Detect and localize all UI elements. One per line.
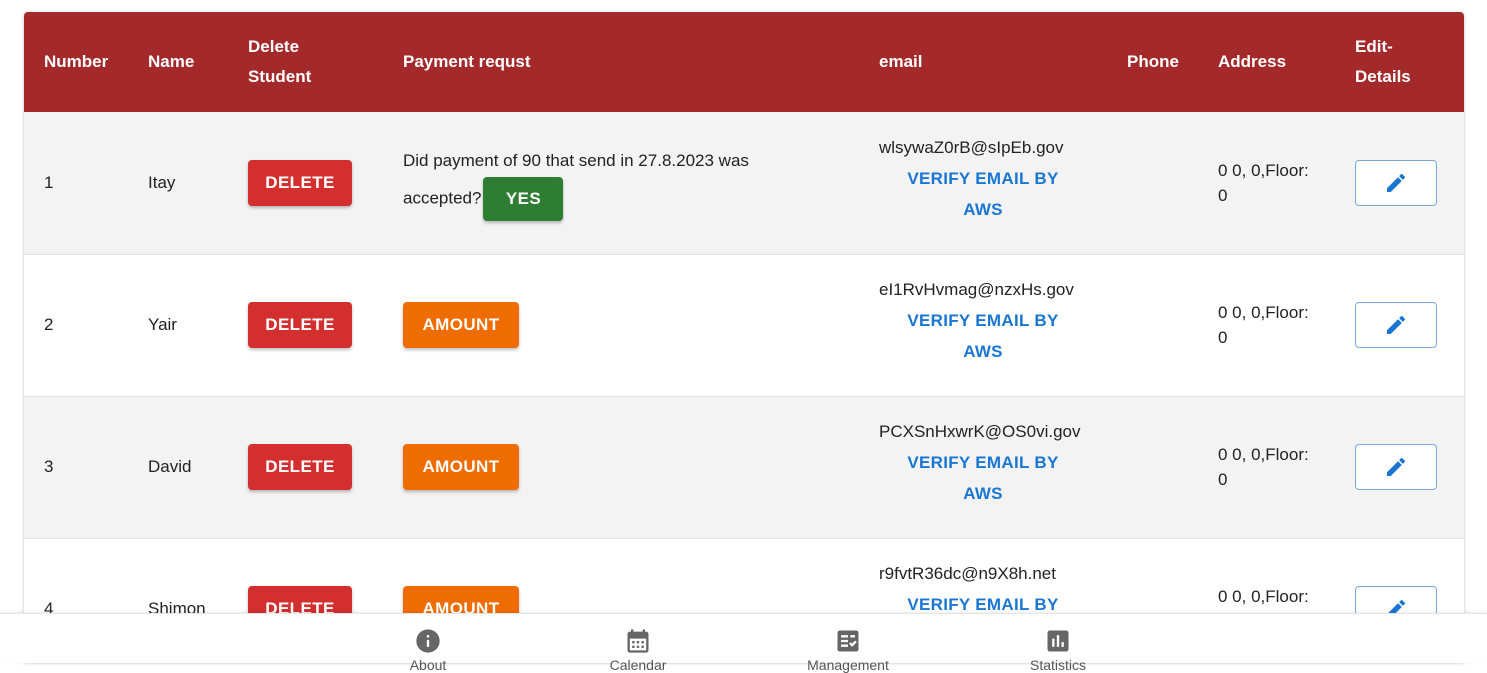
pencil-icon (1387, 173, 1406, 192)
email-address: r9fvtR36dc@n9X8h.net (879, 564, 1056, 583)
address-cell: 0 0, 0,Floor: 0 (1198, 112, 1335, 254)
email-cell: wlsywaZ0rB@sIpEb.gov VERIFY EMAIL BY AWS (859, 112, 1107, 254)
header-delete-line1: Delete (248, 37, 300, 56)
table-header-row: Number Name Delete Student Payment requs… (24, 12, 1464, 112)
row-name: David (148, 457, 192, 476)
delete-student-button[interactable]: DELETE (248, 444, 352, 490)
nav-about[interactable]: About (358, 627, 498, 673)
address-line2: 0 (1218, 328, 1228, 347)
address-cell: 0 0, 0,Floor: 0 (1198, 396, 1335, 538)
amount-button[interactable]: AMOUNT (403, 444, 519, 490)
verify-email-line1: VERIFY EMAIL BY (907, 311, 1059, 330)
header-address: Address (1218, 52, 1287, 71)
address-line1: 0 0, 0,Floor: (1218, 445, 1309, 464)
verify-email-line2: AWS (963, 342, 1003, 361)
edit-details-button[interactable] (1355, 302, 1437, 348)
verify-email-link[interactable]: VERIFY EMAIL BY AWS (879, 305, 1087, 367)
header-edit-details: Edit- Details (1335, 12, 1464, 112)
confirm-payment-yes-button[interactable]: YES (483, 177, 564, 222)
bottom-navigation: About Calendar Management Statistics (0, 613, 1487, 673)
table-row: 1 Itay DELETE Did payment of 90 that sen… (24, 112, 1464, 254)
delete-cell: DELETE (228, 396, 383, 538)
verify-email-line1: VERIFY EMAIL BY (907, 595, 1059, 614)
payment-request-text: Did payment of 90 that send in 27.8.2023… (403, 144, 859, 222)
pencil-icon (1387, 457, 1406, 476)
header-edit-line2: Details (1355, 67, 1411, 86)
verify-email-line2: AWS (963, 484, 1003, 503)
header-number: Number (44, 52, 109, 71)
email-address: eI1RvHvmag@nzxHs.gov (879, 280, 1074, 299)
delete-student-button[interactable]: DELETE (248, 159, 352, 206)
verify-email-line2: AWS (963, 199, 1003, 219)
phone-cell (1107, 396, 1198, 538)
phone-cell (1107, 112, 1198, 254)
header-payment-request: Payment requst (403, 52, 531, 71)
students-table: Number Name Delete Student Payment requs… (24, 12, 1464, 662)
row-number: 2 (44, 315, 54, 334)
nav-statistics-label: Statistics (1029, 657, 1086, 673)
nav-calendar-label: Calendar (609, 657, 667, 673)
address-line1: 0 0, 0,Floor: (1218, 160, 1309, 180)
header-name: Name (148, 52, 195, 71)
edit-cell (1335, 112, 1464, 254)
row-number: 1 (44, 172, 54, 192)
edit-details-button[interactable] (1355, 159, 1437, 206)
nav-statistics[interactable]: Statistics (988, 627, 1128, 673)
nav-management[interactable]: Management (778, 627, 918, 673)
students-table-container: Number Name Delete Student Payment requs… (24, 12, 1464, 662)
bar-chart-icon (1047, 630, 1069, 652)
email-cell: PCXSnHxwrK@OS0vi.gov VERIFY EMAIL BY AWS (859, 396, 1107, 538)
calendar-icon (627, 629, 649, 653)
edit-details-button[interactable] (1355, 444, 1437, 490)
header-edit-line1: Edit- (1355, 37, 1393, 56)
header-email: email (879, 52, 923, 71)
table-row: 3 David DELETE AMOUNT PCXSnHxwrK@OS0vi.g… (24, 396, 1464, 538)
address-line1: 0 0, 0,Floor: (1218, 303, 1309, 322)
phone-cell (1107, 254, 1198, 396)
row-name: Yair (148, 315, 177, 334)
payment-question-line1: Did payment of 90 that send in 27.8.2023… (403, 151, 749, 171)
delete-student-button[interactable]: DELETE (248, 302, 352, 348)
row-number: 3 (44, 457, 54, 476)
edit-cell (1335, 254, 1464, 396)
nav-about-label: About (409, 657, 447, 673)
verify-email-line1: VERIFY EMAIL BY (907, 453, 1059, 472)
delete-cell: DELETE (228, 112, 383, 254)
header-phone: Phone (1127, 52, 1179, 71)
payment-cell: AMOUNT (383, 254, 859, 396)
header-delete-line2: Student (248, 67, 312, 86)
address-cell: 0 0, 0,Floor: 0 (1198, 254, 1335, 396)
verify-email-line1: VERIFY EMAIL BY (907, 168, 1059, 188)
email-address: PCXSnHxwrK@OS0vi.gov (879, 422, 1081, 441)
verify-email-link[interactable]: VERIFY EMAIL BY AWS (879, 447, 1087, 509)
edit-cell (1335, 396, 1464, 538)
email-cell: eI1RvHvmag@nzxHs.gov VERIFY EMAIL BY AWS (859, 254, 1107, 396)
verify-email-link[interactable]: VERIFY EMAIL BY AWS (879, 163, 1087, 225)
nav-management-label: Management (807, 657, 889, 673)
nav-calendar[interactable]: Calendar (568, 627, 708, 673)
address-line1: 0 0, 0,Floor: (1218, 587, 1309, 606)
checklist-icon (837, 630, 859, 652)
row-name: Itay (148, 172, 176, 192)
payment-question-line2: accepted? (403, 188, 482, 208)
table-row: 2 Yair DELETE AMOUNT eI1RvHvmag@nzxHs.go… (24, 254, 1464, 396)
email-address: wlsywaZ0rB@sIpEb.gov (879, 137, 1064, 157)
delete-cell: DELETE (228, 254, 383, 396)
amount-button[interactable]: AMOUNT (403, 302, 519, 348)
header-delete-student: Delete Student (228, 12, 383, 112)
info-icon (416, 629, 440, 653)
pencil-icon (1387, 315, 1406, 334)
payment-cell: AMOUNT (383, 396, 859, 538)
address-line2: 0 (1218, 470, 1228, 489)
payment-cell: Did payment of 90 that send in 27.8.2023… (383, 112, 859, 254)
address-line2: 0 (1218, 185, 1228, 205)
